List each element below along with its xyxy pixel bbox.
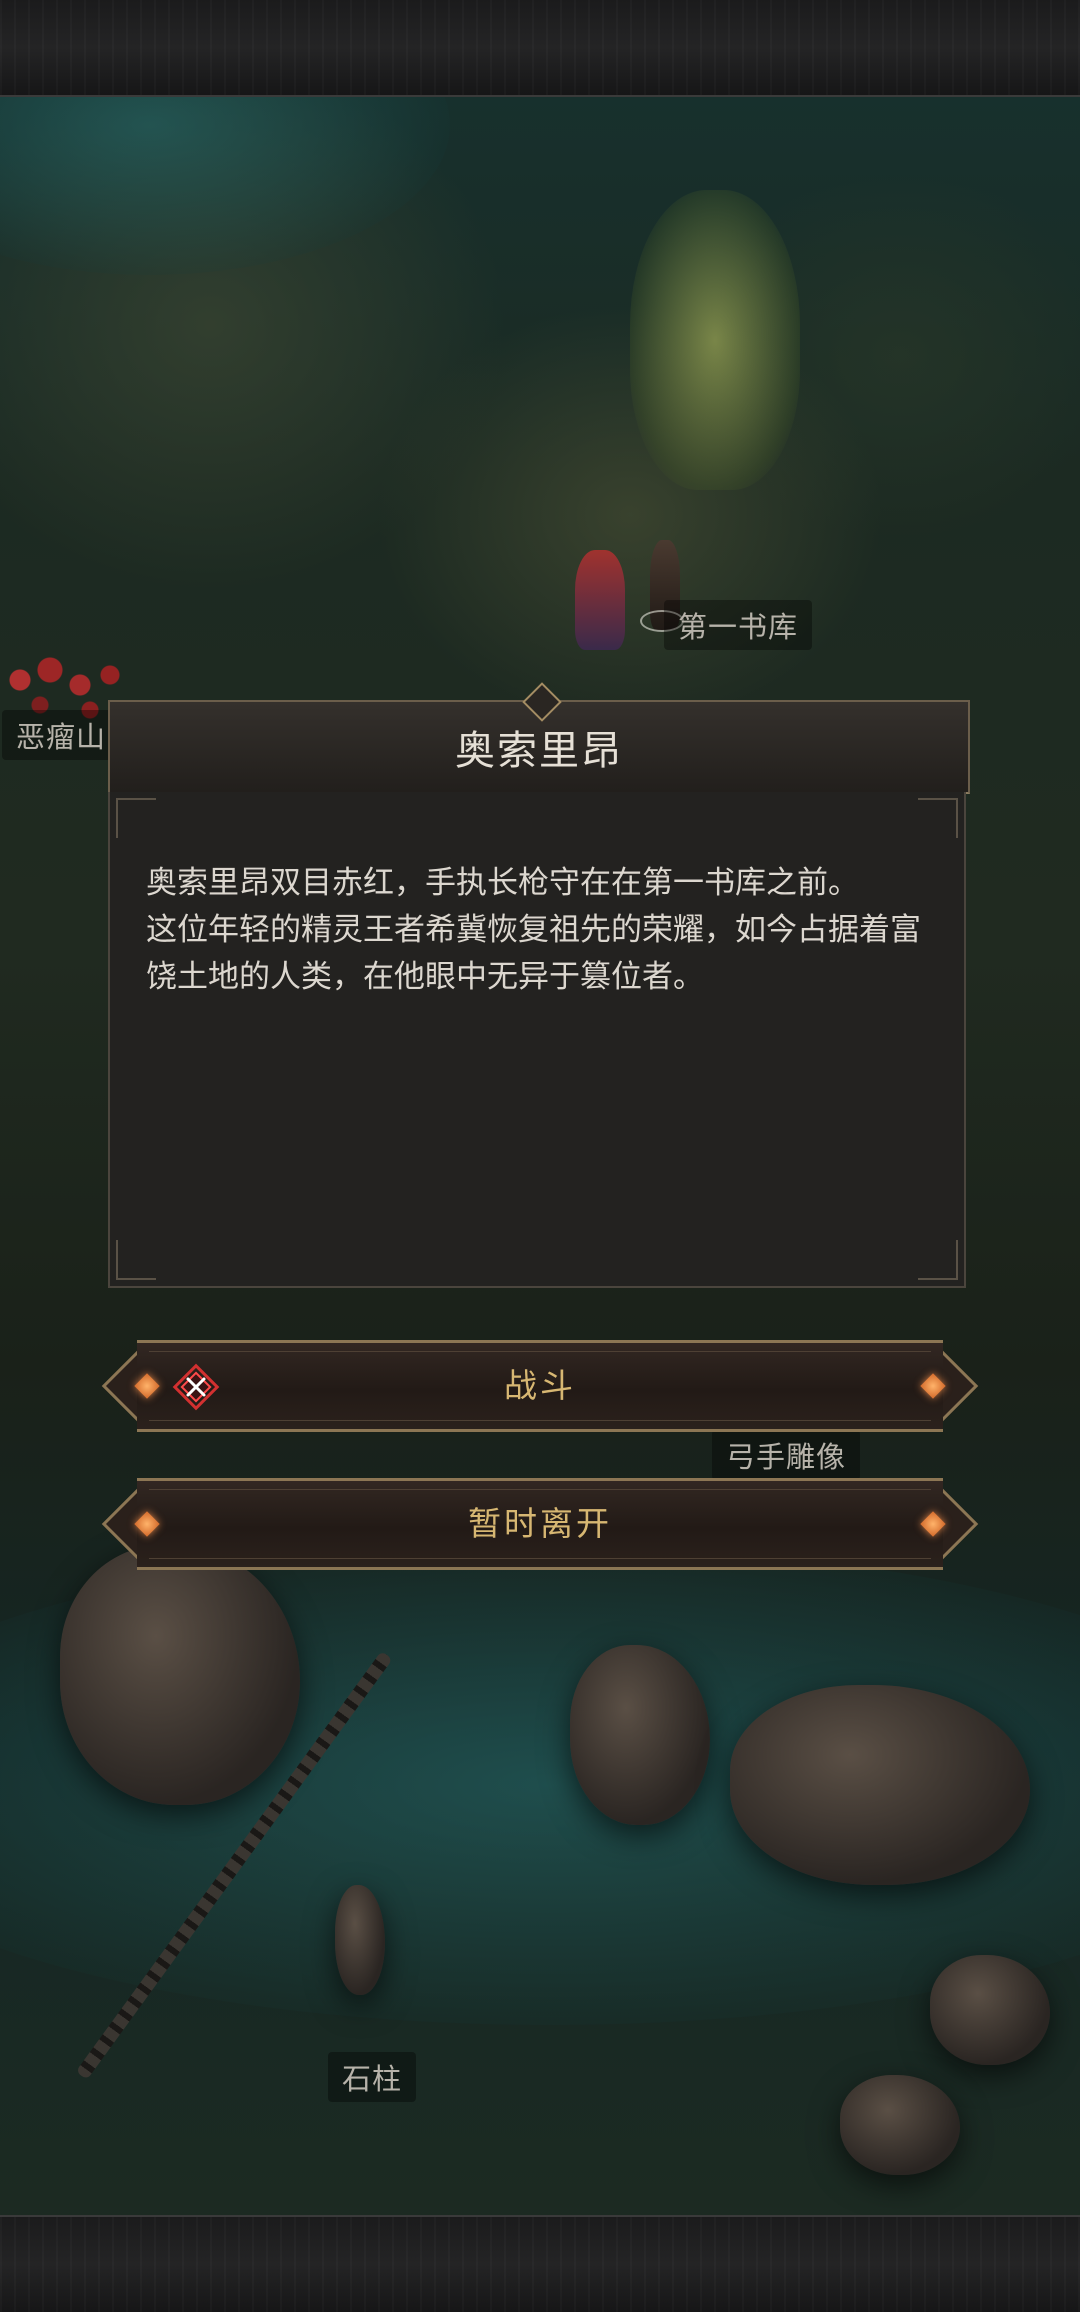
- dialog-paragraph: 奥索里昂双目赤红，手执长枪守在在第一书库之前。: [146, 865, 859, 901]
- character-osirion[interactable]: [575, 550, 625, 650]
- rock: [335, 1885, 385, 1995]
- map-label-statue[interactable]: 弓手雕像: [712, 1430, 861, 1480]
- rock: [930, 1955, 1050, 2065]
- fight-button-label: 战斗: [504, 1366, 576, 1405]
- dialog-paragraph: 这位年轻的精灵王者希冀恢复祖先的荣耀，如今占据着富饶土地的人类，在他眼中无异于篡…: [146, 912, 921, 995]
- map-label-pillar[interactable]: 石柱: [328, 2052, 417, 2102]
- encounter-dialog: 奥索里昂 奥索里昂双目赤红，手执长枪守在在第一书库之前。 这位年轻的精灵王者希冀…: [108, 700, 970, 1290]
- dialog-title: 奥索里昂: [455, 728, 623, 774]
- top-frame: [0, 0, 1080, 97]
- corner-ornament: [918, 1240, 958, 1280]
- dialog-description: 奥索里昂双目赤红，手执长枪守在在第一书库之前。 这位年轻的精灵王者希冀恢复祖先的…: [146, 860, 936, 1001]
- map-label-mountain[interactable]: 恶瘤山: [2, 710, 121, 760]
- corner-ornament: [116, 1240, 156, 1280]
- rock: [840, 2075, 960, 2175]
- corner-ornament: [918, 798, 958, 838]
- bottom-frame: [0, 2215, 1080, 2312]
- map-label-library[interactable]: 第一书库: [664, 600, 813, 650]
- fight-button[interactable]: 战斗: [101, 1340, 979, 1432]
- vine-crystal: [630, 190, 800, 490]
- water-area: [0, 95, 450, 275]
- leave-button-label: 暂时离开: [468, 1504, 612, 1543]
- leave-button[interactable]: 暂时离开: [101, 1478, 979, 1570]
- corner-ornament: [116, 798, 156, 838]
